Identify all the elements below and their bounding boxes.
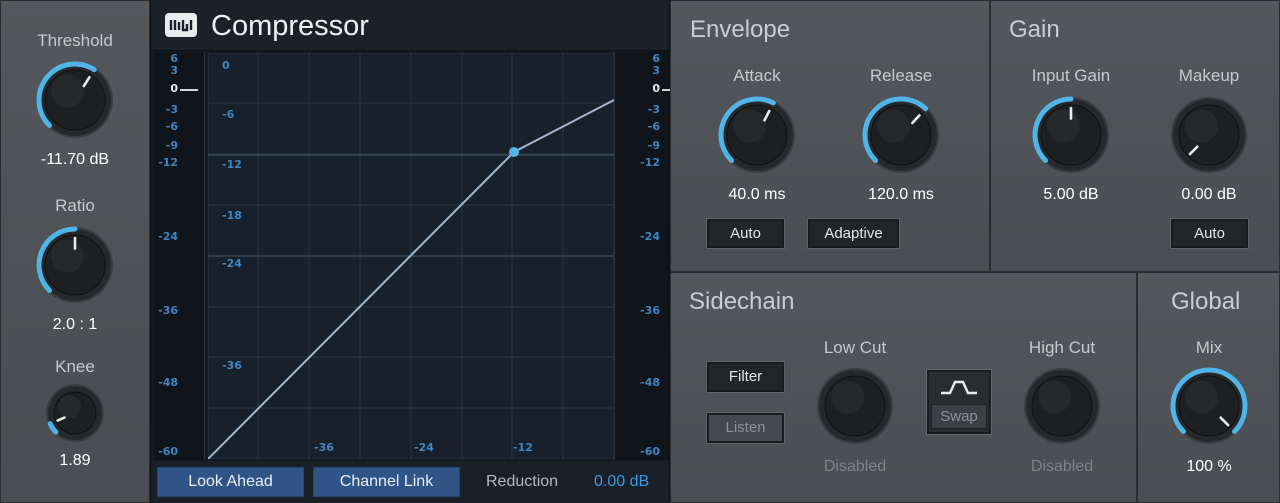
reduction-label: Reduction <box>486 473 559 490</box>
meter-zero-marker <box>180 89 198 91</box>
attack-knob[interactable] <box>715 93 799 177</box>
swap-button[interactable]: Swap <box>931 404 987 429</box>
threshold-knob[interactable] <box>33 58 117 142</box>
meter-scale-label: 3 <box>652 64 660 77</box>
meter-scale-label: -3 <box>165 103 178 116</box>
input-gain-label: Input Gain <box>1031 66 1111 85</box>
envelope-auto-button[interactable]: Auto <box>707 219 784 248</box>
graph-x-label: -24 <box>414 441 434 454</box>
meter-scale-label: 0 <box>652 82 660 95</box>
global-title: Global <box>1171 288 1241 315</box>
meter-scale-label: 3 <box>170 64 178 77</box>
low-cut-label: Low Cut <box>823 338 887 357</box>
ratio-value: 2.0 : 1 <box>52 316 98 333</box>
graph-y-label: -24 <box>222 257 242 270</box>
high-cut-label: High Cut <box>1028 338 1096 357</box>
reduction-value: 0.00 dB <box>594 473 650 490</box>
meter-scale-label: -60 <box>640 445 660 458</box>
meter-scale-label: -48 <box>640 376 660 389</box>
meter-scale-label: -36 <box>158 304 178 317</box>
threshold-value: -11.70 dB <box>40 151 110 168</box>
knee-knob[interactable] <box>42 380 108 446</box>
mix-knob[interactable] <box>1167 364 1251 448</box>
meter-scale-label: -9 <box>647 139 660 152</box>
knee-label: Knee <box>55 357 95 376</box>
makeup-label: Makeup <box>1178 66 1240 85</box>
plugin-title: Compressor <box>211 10 369 42</box>
meter-scale-label: -3 <box>647 103 660 116</box>
meter-scale-label: -36 <box>640 304 660 317</box>
release-knob[interactable] <box>859 93 943 177</box>
input-gain-value: 5.00 dB <box>1043 186 1099 203</box>
meter-scale-label: -24 <box>640 230 660 243</box>
threshold-label: Threshold <box>37 31 113 50</box>
low-cut-knob[interactable] <box>813 364 897 448</box>
release-value: 120.0 ms <box>868 186 934 203</box>
meter-scale-label: -12 <box>640 156 660 169</box>
gain-auto-button[interactable]: Auto <box>1171 219 1248 248</box>
look-ahead-button[interactable]: Look Ahead <box>157 467 304 497</box>
adaptive-button[interactable]: Adaptive <box>808 219 899 248</box>
low-cut-value: Disabled <box>823 458 887 475</box>
graph-x-label: -36 <box>314 441 334 454</box>
ratio-label: Ratio <box>55 196 95 215</box>
mix-value: 100 % <box>1186 458 1232 475</box>
meter-scale-label: -6 <box>647 120 660 133</box>
graph-x-label: -12 <box>513 441 533 454</box>
bandpass-filter-icon <box>941 380 977 395</box>
meter-scale-label: -24 <box>158 230 178 243</box>
filter-button[interactable]: Filter <box>707 362 784 392</box>
meter-scale-label: -6 <box>165 120 178 133</box>
release-label: Release <box>869 66 933 85</box>
gain-title: Gain <box>1009 16 1060 43</box>
listen-button[interactable]: Listen <box>707 413 784 443</box>
mix-label: Mix <box>1195 338 1223 357</box>
meter-scale-label: -9 <box>165 139 178 152</box>
envelope-title: Envelope <box>690 16 791 43</box>
high-cut-knob[interactable] <box>1020 364 1104 448</box>
attack-label: Attack <box>733 66 781 85</box>
makeup-value: 0.00 dB <box>1181 186 1237 203</box>
meter-scale-label: 0 <box>170 82 178 95</box>
graph-y-label: -18 <box>222 209 242 222</box>
input-gain-knob[interactable] <box>1029 93 1113 177</box>
meter-scale-label: -60 <box>158 445 178 458</box>
meter-scale-label: -12 <box>158 156 178 169</box>
knee-value: 1.89 <box>59 452 91 469</box>
presonus-logo-icon <box>165 13 197 37</box>
attack-value: 40.0 ms <box>728 186 786 203</box>
transfer-curve-graph[interactable]: 0 -6 -12 -18 -24 -36 -36 -24 -12 <box>208 53 614 459</box>
graph-y-label: 0 <box>222 59 230 72</box>
ratio-knob[interactable] <box>33 223 117 307</box>
graph-y-label: -6 <box>222 108 235 121</box>
makeup-knob[interactable] <box>1167 93 1251 177</box>
graph-y-label: -36 <box>222 359 242 372</box>
threshold-point[interactable] <box>509 147 519 157</box>
meter-scale-label: -48 <box>158 376 178 389</box>
graph-y-label: -12 <box>222 158 242 171</box>
high-cut-value: Disabled <box>1030 458 1094 475</box>
channel-link-button[interactable]: Channel Link <box>313 467 460 497</box>
sidechain-title: Sidechain <box>689 288 795 315</box>
